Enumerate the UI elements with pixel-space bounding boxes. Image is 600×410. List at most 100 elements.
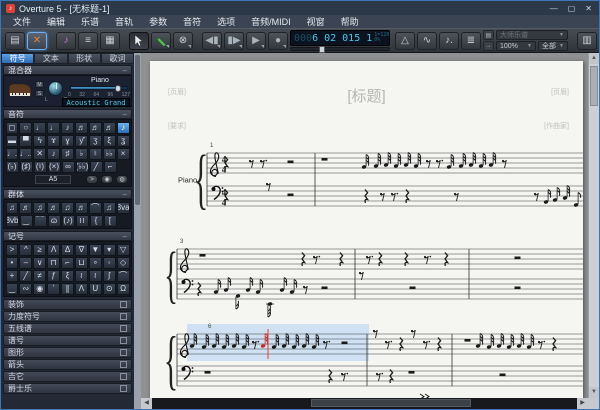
notes-footer-button-0[interactable]: > (86, 175, 98, 184)
note-tool-button[interactable]: ♪ (56, 31, 76, 50)
collapse-icon[interactable]: – (123, 232, 127, 240)
palette-cell[interactable]: ╱ (19, 269, 33, 282)
zoom-select[interactable]: 100% ▼ (496, 41, 536, 51)
palette-cell[interactable]: ≀≀ (75, 214, 89, 227)
scope-select[interactable]: 全部 ▼ (538, 41, 568, 51)
palette-cell[interactable]: ʃ (102, 269, 116, 282)
menu-item-9[interactable]: 帮助 (333, 15, 367, 28)
expand-icon[interactable] (120, 361, 127, 368)
palette-cell[interactable]: (♭) (5, 160, 19, 173)
swing-curve-button[interactable]: ∿ (417, 31, 437, 50)
volume-slider[interactable] (70, 85, 128, 92)
pencil-tool-button[interactable] (151, 31, 171, 50)
collapsed-panel-0[interactable]: 装饰 (3, 299, 132, 310)
horizontal-scroll-thumb[interactable] (311, 399, 471, 407)
palette-cell[interactable]: ƒ (47, 269, 61, 282)
palette-cell[interactable]: ⌐ (61, 256, 74, 269)
palette-cell[interactable]: (×) (47, 160, 61, 173)
expand-icon[interactable] (120, 385, 127, 392)
palette-cell[interactable]: ♬ (74, 201, 88, 214)
palette-cell[interactable]: ɣ (61, 134, 74, 147)
palette-cell[interactable]: ▽ (116, 243, 130, 256)
palette-cell[interactable]: (♯) (19, 160, 33, 173)
track-list-button[interactable]: ▦ (100, 31, 120, 50)
score-notation[interactable]: {44441Piano{3{6 (150, 61, 583, 400)
palette-cell[interactable]: ɤ (47, 134, 61, 147)
palette-cell[interactable]: ʓ (116, 134, 130, 147)
arrow-tool-button[interactable] (129, 31, 149, 50)
palette-cell[interactable]: ɷ (47, 214, 61, 227)
expand-icon[interactable] (120, 313, 127, 320)
vertical-scroll-thumb[interactable] (590, 66, 598, 106)
collapse-icon[interactable]: – (123, 110, 127, 118)
sidebar-scrollbar-thumb[interactable] (135, 55, 140, 205)
notes-footer-button-1[interactable]: ◉ (101, 175, 113, 184)
collapsed-panel-6[interactable]: 吉它 (3, 371, 132, 382)
palette-cell[interactable]: ♮ (88, 147, 102, 160)
palette-cell[interactable]: ♩. (5, 147, 19, 160)
palette-cell[interactable]: ⌒ (88, 201, 102, 214)
palette-cell[interactable]: ♩.. (19, 147, 33, 160)
palette-cell[interactable]: (♪) (61, 214, 75, 227)
staff-settings-button[interactable]: ≣ (461, 31, 481, 50)
collapsed-panel-2[interactable]: 五线谱 (3, 323, 132, 334)
notes-footer-button-2[interactable]: ◍ (116, 175, 128, 184)
eraser-tool-button[interactable]: ⊗ (173, 31, 193, 50)
palette-cell[interactable]: ⊓ (47, 256, 61, 269)
menu-item-6[interactable]: 选项 (209, 15, 243, 28)
palette-cell[interactable]: ♬ (47, 201, 61, 214)
play-button[interactable]: ▶ (246, 31, 266, 50)
palette-cell[interactable]: { (89, 214, 103, 227)
menu-item-7[interactable]: 音频/MIDI (243, 15, 299, 28)
palette-cell[interactable]: ♩ (47, 121, 61, 134)
palette-cell[interactable]: ▼ (88, 243, 102, 256)
palette-cell[interactable]: U (88, 282, 102, 295)
print-button[interactable]: ▤ (5, 31, 25, 50)
palette-cell[interactable]: ∇ (74, 243, 88, 256)
palette-cell[interactable]: ∘ (88, 256, 102, 269)
expand-icon[interactable] (120, 301, 127, 308)
palette-cell[interactable]: ◦ (102, 256, 116, 269)
palette-cell[interactable]: ♫ (102, 201, 116, 214)
palette-cell[interactable]: ╱ (89, 160, 103, 173)
palette-cell[interactable]: 8va (116, 201, 130, 214)
notes-panel-header[interactable]: 音符 – (3, 109, 132, 119)
scroll-up-arrow[interactable]: ▲ (589, 53, 599, 64)
palette-tab-2[interactable]: 形状 (67, 53, 101, 64)
metronome-button[interactable]: △ (395, 31, 415, 50)
sidebar-scrollbar[interactable] (134, 53, 141, 409)
palette-cell[interactable]: 8vb (5, 214, 19, 227)
scroll-right-arrow[interactable]: ▶ (577, 398, 588, 409)
patch-display[interactable]: Acoustic Grand (62, 98, 130, 107)
expand-icon[interactable] (120, 349, 127, 356)
expand-icon[interactable] (120, 325, 127, 332)
copy-button[interactable]: ▥ (577, 31, 597, 50)
mute-button[interactable]: M (35, 81, 44, 88)
palette-cell[interactable]: ≀ (88, 269, 102, 282)
palette-cell[interactable]: ♫ (5, 201, 19, 214)
palette-cell[interactable]: Λ (74, 282, 88, 295)
scroll-left-arrow[interactable]: ◀ (141, 398, 152, 409)
view-select[interactable]: 大师乐谱 ▼ (496, 30, 568, 40)
octave-field[interactable]: A5 (35, 175, 71, 184)
palette-cell[interactable]: > (5, 243, 19, 256)
palette-cell[interactable]: ʼ (47, 282, 61, 295)
palette-cell[interactable]: ♭ (74, 147, 88, 160)
palette-cell[interactable]: ▀ (19, 134, 33, 147)
palette-cell[interactable]: ^ (19, 243, 33, 256)
menu-item-3[interactable]: 音轨 (107, 15, 141, 28)
setup-tools-button[interactable]: ✕ (27, 31, 47, 50)
collapsed-panel-5[interactable]: 箭头 (3, 359, 132, 370)
mixer-panel-header[interactable]: 混合器 – (3, 65, 132, 75)
palette-cell[interactable]: ♩ (33, 121, 47, 134)
horizontal-scrollbar[interactable]: ◀ ▶ (141, 398, 588, 409)
collapse-icon[interactable]: – (123, 190, 127, 198)
palette-cell[interactable]: ∨ (33, 256, 47, 269)
expand-icon[interactable] (120, 337, 127, 344)
palette-cell[interactable]: Λ (47, 243, 61, 256)
palette-cell[interactable]: (♭♭) (75, 160, 89, 173)
menu-item-1[interactable]: 编辑 (39, 15, 73, 28)
palette-cell[interactable]: • (5, 256, 19, 269)
palette-cell[interactable]: ♬ (19, 201, 33, 214)
palette-cell[interactable]: ♬ (102, 121, 116, 134)
